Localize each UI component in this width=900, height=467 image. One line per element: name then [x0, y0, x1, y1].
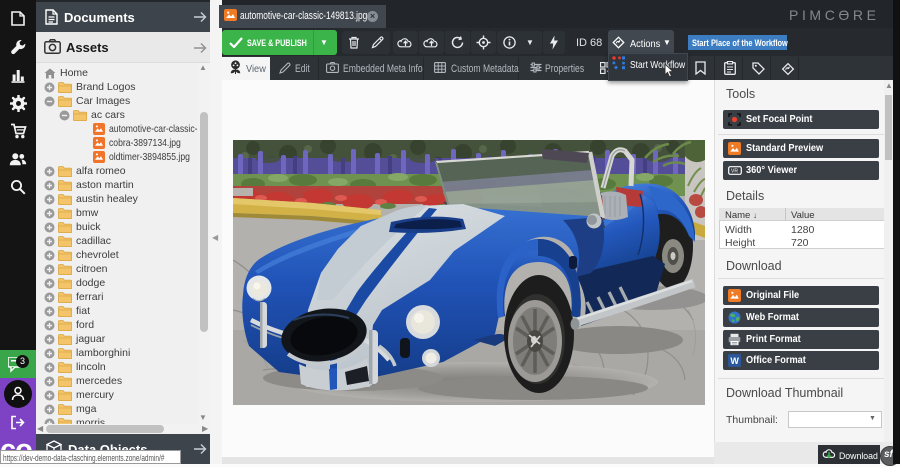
svg-text:VR: VR [731, 169, 738, 175]
svg-text:W: W [730, 356, 739, 366]
